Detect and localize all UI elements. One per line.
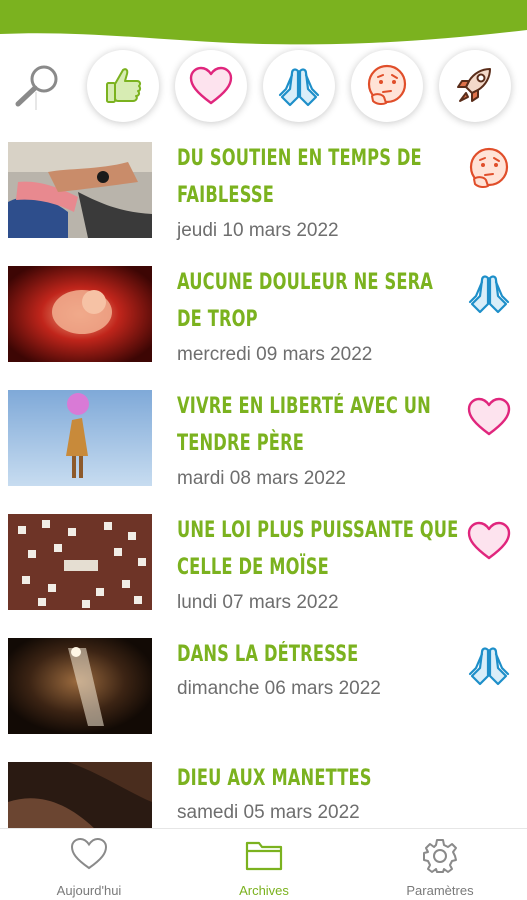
article-date: samedi 05 mars 2022: [177, 802, 360, 823]
thinking-face-icon: [469, 147, 509, 189]
praying-hands-icon: [468, 275, 510, 314]
category-icon-slot: [466, 520, 516, 566]
article-thumbnail: [8, 266, 152, 362]
nav-archives[interactable]: Archives: [189, 829, 339, 900]
filter-rocket[interactable]: [439, 50, 511, 122]
article-thumbnail: [8, 390, 152, 486]
heart-icon: [189, 66, 233, 105]
article-title: DANS LA DÉTRESSE: [177, 642, 359, 667]
thumbs-up-icon: [106, 68, 142, 103]
filter-thumbs-up[interactable]: [87, 50, 159, 122]
list-item[interactable]: AUCUNE DOULEUR NE SERA DE TROP mercredi …: [0, 264, 527, 374]
article-thumbnail: [8, 762, 152, 828]
thinking-face-icon: [367, 64, 407, 106]
list-item[interactable]: UNE LOI PLUS PUISSANTE QUE CELLE DE MOÏS…: [0, 512, 527, 622]
article-title: AUCUNE DOULEUR NE SERA DE TROP: [177, 270, 434, 332]
search-icon: [15, 65, 58, 110]
rocket-icon: [457, 68, 491, 102]
article-thumbnail: [8, 514, 152, 610]
folder-icon: [245, 841, 283, 871]
category-icon-slot: [466, 146, 516, 192]
heart-icon: [467, 397, 511, 436]
article-thumbnail: [8, 638, 152, 734]
article-title: UNE LOI PLUS PUISSANTE QUE CELLE DE MOÏS…: [177, 518, 459, 580]
heart-icon: [467, 521, 511, 560]
nav-today[interactable]: Aujourd'hui: [14, 829, 164, 900]
nav-settings[interactable]: Paramètres: [365, 829, 515, 900]
filter-heart[interactable]: [175, 50, 247, 122]
list-item[interactable]: DIEU AUX MANETTES samedi 05 mars 2022: [0, 760, 527, 828]
praying-hands-icon: [468, 647, 510, 686]
nav-settings-label: Paramètres: [406, 883, 474, 898]
header-wave: [0, 0, 527, 45]
category-filter-bar: [0, 44, 527, 128]
praying-hands-icon: [278, 68, 320, 107]
category-icon-slot: [466, 270, 516, 316]
article-date: jeudi 10 mars 2022: [177, 220, 339, 241]
filter-thinking[interactable]: [351, 50, 423, 122]
list-item[interactable]: DANS LA DÉTRESSE dimanche 06 mars 2022: [0, 636, 527, 746]
gear-icon: [423, 839, 457, 873]
archives-list: DU SOUTIEN EN TEMPS DE FAIBLESSE jeudi 1…: [0, 140, 527, 828]
article-title: DU SOUTIEN EN TEMPS DE FAIBLESSE: [177, 146, 422, 208]
list-item[interactable]: DU SOUTIEN EN TEMPS DE FAIBLESSE jeudi 1…: [0, 140, 527, 250]
list-item[interactable]: VIVRE EN LIBERTÉ AVEC UN TENDRE PÈRE mar…: [0, 388, 527, 498]
category-icon-slot: [466, 642, 516, 688]
bottom-navigation: Aujourd'hui Archives Paramètres: [0, 828, 527, 900]
article-date: mercredi 09 mars 2022: [177, 344, 373, 365]
heart-outline-icon: [70, 837, 108, 870]
article-title: DIEU AUX MANETTES: [177, 766, 372, 791]
nav-today-label: Aujourd'hui: [56, 883, 122, 898]
search-button[interactable]: [12, 64, 64, 110]
nav-archives-label: Archives: [239, 883, 289, 898]
category-icon-slot: [466, 396, 516, 442]
article-date: mardi 08 mars 2022: [177, 468, 346, 489]
article-title: VIVRE EN LIBERTÉ AVEC UN TENDRE PÈRE: [177, 394, 431, 456]
filter-praying-hands[interactable]: [263, 50, 335, 122]
article-date: dimanche 06 mars 2022: [177, 678, 381, 699]
article-date: lundi 07 mars 2022: [177, 592, 339, 613]
article-thumbnail: [8, 142, 152, 238]
